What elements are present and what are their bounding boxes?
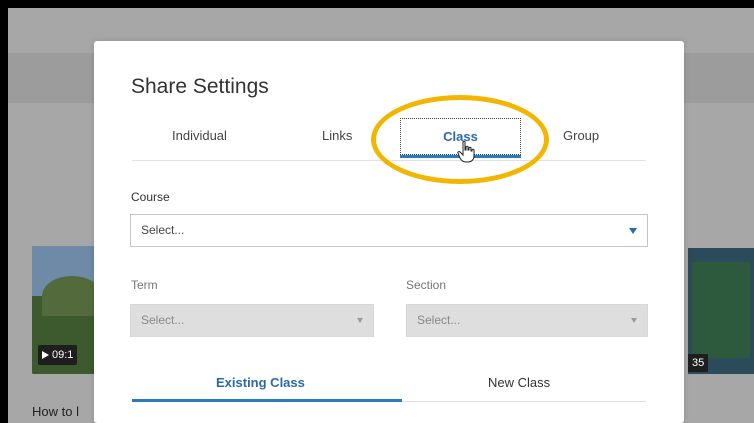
- section-label: Section: [406, 278, 447, 292]
- hand-cursor-icon: [457, 140, 475, 163]
- video-duration-badge-right: 35: [688, 354, 709, 372]
- chevron-down-icon: [631, 318, 637, 323]
- chevron-down-icon: [357, 318, 363, 323]
- section-select-value: Select...: [417, 313, 461, 327]
- tab-links[interactable]: Links: [322, 128, 352, 143]
- thumbnail-hill: [42, 276, 102, 316]
- play-icon: [42, 351, 49, 359]
- subtab-new-class[interactable]: New Class: [488, 375, 550, 390]
- duration-text-left: 09:1: [52, 349, 74, 361]
- course-label: Course: [131, 190, 170, 204]
- term-select[interactable]: Select...: [130, 304, 374, 337]
- duration-text-right: 35: [692, 357, 705, 369]
- course-select[interactable]: Select...: [130, 214, 648, 247]
- dialog-title: Share Settings: [131, 75, 269, 98]
- subtab-existing-class[interactable]: Existing Class: [216, 375, 305, 390]
- term-label: Term: [131, 278, 158, 292]
- active-subtab-indicator: [132, 399, 402, 402]
- section-select[interactable]: Select...: [406, 304, 648, 337]
- video-duration-badge-left: 09:1: [38, 345, 78, 365]
- video-caption[interactable]: How to l: [32, 404, 79, 419]
- tab-individual[interactable]: Individual: [172, 128, 227, 143]
- course-select-value: Select...: [141, 223, 185, 237]
- thumbnail-screen: [692, 262, 750, 358]
- chevron-down-icon: [629, 228, 637, 234]
- tab-group[interactable]: Group: [563, 128, 599, 143]
- term-select-value: Select...: [141, 313, 185, 327]
